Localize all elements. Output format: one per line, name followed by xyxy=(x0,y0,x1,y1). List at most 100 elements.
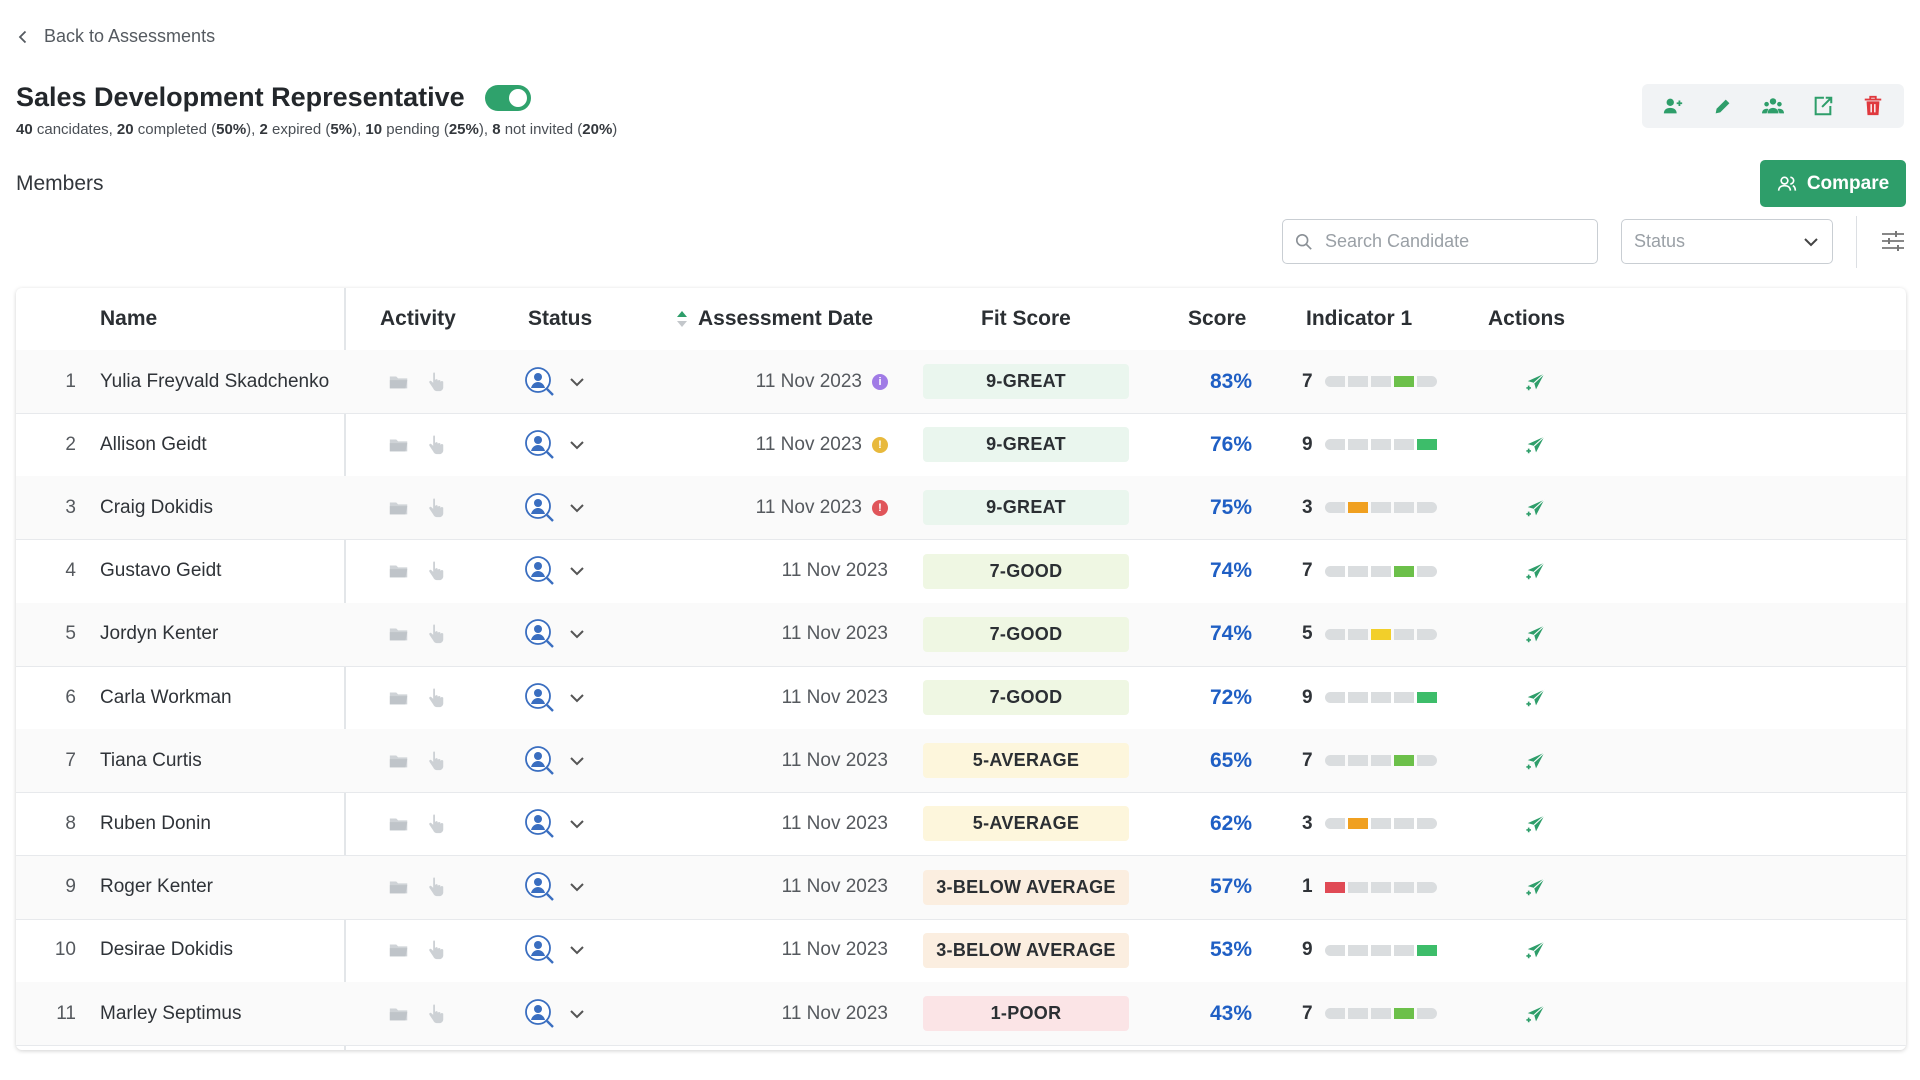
chevron-down-icon[interactable] xyxy=(568,689,586,707)
hand-pointer-icon[interactable] xyxy=(424,876,446,898)
hand-pointer-icon[interactable] xyxy=(424,434,446,456)
folder-icon[interactable] xyxy=(388,939,410,961)
candidate-name[interactable]: Desirae Dokidis xyxy=(100,919,233,982)
group-button[interactable] xyxy=(1757,90,1789,122)
candidate-review-icon[interactable] xyxy=(524,492,556,524)
table-row[interactable]: 2 Allison Geidt 11 Nov 2023! 9-GREAT 76%… xyxy=(16,413,1906,478)
table-row[interactable]: 3 Craig Dokidis 11 Nov 2023! 9-GREAT 75%… xyxy=(16,476,1906,541)
hand-pointer-icon[interactable] xyxy=(424,497,446,519)
folder-icon[interactable] xyxy=(388,813,410,835)
candidate-name[interactable]: Craig Dokidis xyxy=(100,476,213,539)
hand-pointer-icon[interactable] xyxy=(424,623,446,645)
hand-pointer-icon[interactable] xyxy=(424,371,446,393)
hand-pointer-icon[interactable] xyxy=(424,687,446,709)
send-invite-button[interactable] xyxy=(1516,540,1556,603)
add-candidate-button[interactable] xyxy=(1657,90,1689,122)
chevron-down-icon[interactable] xyxy=(568,1005,586,1023)
chevron-down-icon[interactable] xyxy=(568,941,586,959)
warning-icon[interactable]: ! xyxy=(872,436,888,453)
hand-pointer-icon[interactable] xyxy=(424,939,446,961)
folder-icon[interactable] xyxy=(388,623,410,645)
candidate-review-icon[interactable] xyxy=(524,998,556,1030)
compare-button[interactable]: Compare xyxy=(1760,160,1906,207)
column-header-indicator[interactable]: Indicator 1 xyxy=(1306,288,1412,350)
candidate-name[interactable]: Jordyn Kenter xyxy=(100,603,218,666)
send-invite-button[interactable] xyxy=(1516,476,1556,539)
send-invite-button[interactable] xyxy=(1516,919,1556,982)
folder-icon[interactable] xyxy=(388,1003,410,1025)
info-icon[interactable]: i xyxy=(872,373,888,390)
candidate-review-icon[interactable] xyxy=(524,618,556,650)
send-invite-button[interactable] xyxy=(1516,982,1556,1045)
chevron-down-icon[interactable] xyxy=(568,373,586,391)
column-header-assessment-date[interactable]: Assessment Date xyxy=(676,288,873,350)
active-toggle[interactable] xyxy=(484,84,531,111)
candidate-review-icon[interactable] xyxy=(524,934,556,966)
table-row[interactable]: 6 Carla Workman 11 Nov 2023 7-GOOD 72% 9 xyxy=(16,666,1906,730)
candidate-name[interactable]: Yulia Freyvald Skadchenko xyxy=(100,350,329,413)
row-number: 6 xyxy=(65,686,76,708)
chevron-down-icon[interactable] xyxy=(568,499,586,517)
table-row[interactable]: 1 Yulia Freyvald Skadchenko 11 Nov 2023 i… xyxy=(16,350,1906,414)
chevron-down-icon[interactable] xyxy=(568,625,586,643)
column-header-fit-score[interactable]: Fit Score xyxy=(981,288,1071,350)
indicator-bar-segment xyxy=(1393,944,1414,956)
send-invite-button[interactable] xyxy=(1516,792,1556,855)
send-invite-button[interactable] xyxy=(1516,666,1556,729)
candidate-review-icon[interactable] xyxy=(524,555,556,587)
column-header-status[interactable]: Status xyxy=(528,288,592,350)
chevron-down-icon[interactable] xyxy=(568,815,586,833)
column-header-name[interactable]: Name xyxy=(100,288,157,350)
send-invite-button[interactable] xyxy=(1516,413,1556,476)
folder-icon[interactable] xyxy=(388,560,410,582)
folder-icon[interactable] xyxy=(388,687,410,709)
candidate-review-icon[interactable] xyxy=(524,871,556,903)
status-filter-select[interactable]: Status xyxy=(1621,219,1833,264)
back-to-assessments-link[interactable]: Back to Assessments xyxy=(16,26,215,47)
folder-icon[interactable] xyxy=(388,497,410,519)
chevron-down-icon[interactable] xyxy=(568,436,586,454)
table-row[interactable]: 5 Jordyn Kenter 11 Nov 2023 7-GOOD 74% 5 xyxy=(16,602,1906,667)
delete-button[interactable] xyxy=(1857,90,1889,122)
hand-pointer-icon[interactable] xyxy=(424,813,446,835)
candidate-name[interactable]: Ruben Donin xyxy=(100,792,211,855)
send-invite-button[interactable] xyxy=(1516,350,1556,413)
column-settings-icon[interactable] xyxy=(1880,228,1906,254)
chevron-down-icon[interactable] xyxy=(568,878,586,896)
candidate-review-icon[interactable] xyxy=(524,808,556,840)
column-header-score[interactable]: Score xyxy=(1188,288,1246,350)
candidate-name[interactable]: Carla Workman xyxy=(100,666,232,729)
candidate-name[interactable]: Gustavo Geidt xyxy=(100,540,221,603)
column-header-activity[interactable]: Activity xyxy=(380,288,456,350)
candidate-review-icon[interactable] xyxy=(524,429,556,461)
candidate-name[interactable]: Marley Septimus xyxy=(100,982,242,1045)
error-icon[interactable]: ! xyxy=(872,499,888,516)
table-row[interactable]: 4 Gustavo Geidt 11 Nov 2023 7-GOOD 74% 7 xyxy=(16,540,1906,604)
hand-pointer-icon[interactable] xyxy=(424,1003,446,1025)
candidate-name[interactable]: Roger Kenter xyxy=(100,856,213,919)
folder-icon[interactable] xyxy=(388,371,410,393)
candidate-review-icon[interactable] xyxy=(524,366,556,398)
chevron-down-icon[interactable] xyxy=(568,752,586,770)
search-input[interactable] xyxy=(1323,230,1577,253)
edit-button[interactable] xyxy=(1707,90,1739,122)
send-invite-button[interactable] xyxy=(1516,729,1556,792)
hand-pointer-icon[interactable] xyxy=(424,750,446,772)
export-button[interactable] xyxy=(1807,90,1839,122)
hand-pointer-icon[interactable] xyxy=(424,560,446,582)
send-invite-button[interactable] xyxy=(1516,856,1556,919)
candidate-review-icon[interactable] xyxy=(524,745,556,777)
folder-icon[interactable] xyxy=(388,750,410,772)
chevron-down-icon[interactable] xyxy=(568,562,586,580)
table-row[interactable]: 10 Desirae Dokidis 11 Nov 2023 3-BELOW A… xyxy=(16,919,1906,983)
table-row[interactable]: 11 Marley Septimus 11 Nov 2023 1-POOR 43… xyxy=(16,982,1906,1046)
candidate-name[interactable]: Allison Geidt xyxy=(100,413,207,476)
table-row[interactable]: 7 Tiana Curtis 11 Nov 2023 5-AVERAGE 65%… xyxy=(16,729,1906,794)
table-row[interactable]: 8 Ruben Donin 11 Nov 2023 5-AVERAGE 62% … xyxy=(16,792,1906,857)
candidate-review-icon[interactable] xyxy=(524,682,556,714)
table-row[interactable]: 9 Roger Kenter 11 Nov 2023 3-BELOW AVERA… xyxy=(16,855,1906,920)
candidate-name[interactable]: Tiana Curtis xyxy=(100,729,202,792)
send-invite-button[interactable] xyxy=(1516,603,1556,666)
folder-icon[interactable] xyxy=(388,434,410,456)
folder-icon[interactable] xyxy=(388,876,410,898)
